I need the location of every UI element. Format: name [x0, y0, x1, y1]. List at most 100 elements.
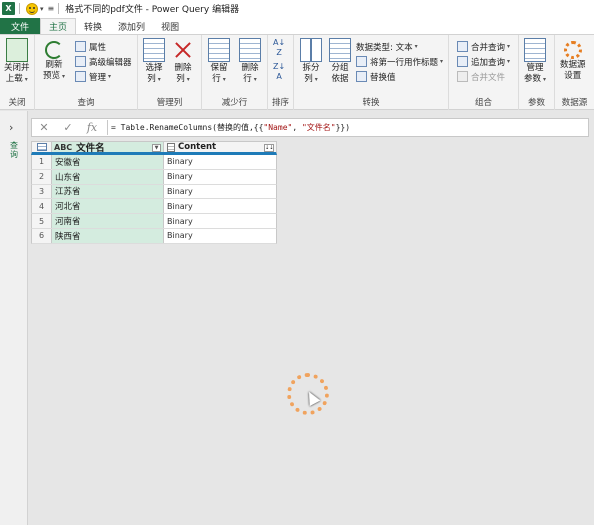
sort-ascending-button[interactable]: A↓ Z: [273, 38, 285, 57]
confirm-icon[interactable]: ✓: [56, 121, 80, 134]
cell-filename[interactable]: 陕西省: [52, 228, 164, 243]
sort-ascending-icon: A↓ Z: [273, 37, 286, 57]
group-label: 组合: [474, 98, 492, 108]
column-header-content[interactable]: Content ⇣⇣: [164, 142, 276, 152]
group-parameters: 管理 参数 ▾ 参数: [519, 35, 555, 110]
gear-icon: [563, 41, 582, 59]
binary-type-icon[interactable]: [167, 142, 175, 152]
chevron-down-icon: ▾: [543, 76, 547, 83]
keep-rows-button[interactable]: 保留 行 ▾: [208, 38, 230, 85]
cell-filename[interactable]: 山东省: [52, 169, 164, 184]
divider: [58, 3, 60, 14]
split-column-button[interactable]: 拆分 列 ▾: [300, 38, 322, 85]
replace-values-icon: [356, 71, 367, 82]
cell-filename[interactable]: 江苏省: [52, 184, 164, 199]
choose-columns-button[interactable]: 选择 列 ▾: [143, 38, 165, 85]
table-row[interactable]: 4 河北省 Binary: [31, 199, 277, 215]
remove-rows-icon: [239, 38, 261, 62]
remove-columns-icon: [172, 38, 194, 62]
ribbon: 关闭并 上载 ▾ 关闭 刷新 预览 ▾ 属性 高级编辑器 管理 ▾ 查询 选择 列 ▾ …: [0, 34, 594, 110]
group-label: 减少行: [221, 98, 248, 108]
group-label: 关闭: [8, 98, 26, 108]
expand-pane-icon[interactable]: ›: [9, 121, 13, 134]
filter-dropdown-icon[interactable]: ▼: [152, 144, 161, 152]
data-type-dropdown[interactable]: 数据类型: 文本 ▾: [356, 40, 418, 53]
sort-descending-icon: Z↓ A: [273, 61, 286, 81]
group-manage-columns: 选择 列 ▾ 删除 列 ▾ 管理列: [138, 35, 202, 110]
cell-filename[interactable]: 河南省: [52, 214, 164, 228]
smiley-icon[interactable]: [26, 2, 38, 15]
tab-home[interactable]: 主页: [40, 18, 77, 34]
table-row[interactable]: 2 山东省 Binary: [31, 169, 277, 185]
choose-columns-icon: [143, 38, 165, 62]
divider: [107, 120, 108, 135]
chevron-down-icon: ▾: [62, 73, 66, 80]
group-by-button[interactable]: 分组 依据: [329, 38, 351, 85]
formula-input[interactable]: = Table.RenameColumns(替换的值,{{"Name", "文件…: [111, 122, 350, 133]
split-column-icon: [300, 38, 322, 62]
cell-content[interactable]: Binary: [164, 214, 276, 228]
cell-content[interactable]: Binary: [164, 199, 276, 213]
group-transform: 拆分 列 ▾ 分组 依据 数据类型: 文本 ▾ 将第一行用作标题 ▾ 替换值 转换: [294, 35, 449, 110]
table-row[interactable]: 1 安徽省 Binary: [31, 155, 277, 170]
manage-button[interactable]: 管理 ▾: [75, 70, 111, 83]
formula-bar: ✕ ✓ fx = Table.RenameColumns(替换的值,{{"Nam…: [31, 118, 589, 137]
fx-icon[interactable]: fx: [80, 121, 104, 134]
row-number: 3: [32, 184, 52, 199]
cell-content[interactable]: Binary: [164, 170, 276, 184]
cell-content[interactable]: Binary: [164, 229, 276, 243]
replace-values-button[interactable]: 替换值: [356, 70, 396, 83]
chevron-down-icon: ▾: [157, 76, 161, 83]
merge-queries-button[interactable]: 合并查询 ▾: [457, 40, 510, 53]
chevron-down-icon: ▾: [314, 76, 318, 83]
excel-logo-icon: X: [2, 2, 15, 15]
cell-filename[interactable]: 安徽省: [52, 155, 164, 169]
data-grid: ABC 文件名 ▼ Content ⇣⇣ 1 安徽省 Binary 2 山东省 Bina…: [31, 141, 277, 244]
cell-content[interactable]: Binary: [164, 185, 276, 199]
advanced-editor-button[interactable]: 高级编辑器: [75, 55, 132, 68]
chevron-down-icon: ▾: [507, 58, 511, 65]
window-title: 格式不同的pdf文件 - Power Query 编辑器: [65, 5, 240, 15]
chevron-down-icon[interactable]: ▾: [40, 5, 44, 13]
tab-view[interactable]: 视图: [153, 18, 187, 34]
close-and-load-button[interactable]: 关闭并 上载 ▾: [4, 38, 30, 85]
expand-content-icon[interactable]: ⇣⇣: [264, 144, 274, 152]
chevron-down-icon: ▾: [253, 76, 257, 83]
row-number: 5: [32, 214, 52, 228]
manage-parameters-button[interactable]: 管理 参数 ▾: [524, 38, 546, 85]
append-queries-button[interactable]: 追加查询 ▾: [457, 55, 510, 68]
refresh-preview-button[interactable]: 刷新 预览 ▾: [43, 38, 65, 82]
remove-columns-button[interactable]: 删除 列 ▾: [172, 38, 194, 85]
remove-rows-button[interactable]: 删除 行 ▾: [239, 38, 261, 85]
data-source-settings-button[interactable]: 数据源 设置: [560, 38, 586, 82]
cancel-icon[interactable]: ✕: [32, 121, 56, 134]
cell-filename[interactable]: 河北省: [52, 199, 164, 214]
column-header-filename[interactable]: ABC 文件名 ▼: [52, 142, 164, 154]
tab-file[interactable]: 文件: [0, 18, 41, 34]
group-by-icon: [329, 38, 351, 62]
table-row[interactable]: 3 江苏省 Binary: [31, 184, 277, 200]
advanced-editor-icon: [75, 56, 86, 67]
customize-toolbar-icon[interactable]: ≡: [48, 4, 55, 13]
text-type-icon[interactable]: ABC: [54, 143, 72, 152]
row-number: 6: [32, 228, 52, 243]
tab-add-column[interactable]: 添加列: [110, 18, 153, 34]
table-row[interactable]: 6 陕西省 Binary: [31, 228, 277, 244]
sort-descending-button[interactable]: Z↓ A: [273, 62, 285, 81]
combine-files-button[interactable]: 合并文件: [457, 70, 505, 83]
group-data-source: 数据源 设置 数据源: [555, 35, 594, 110]
title-bar: X ▾ ≡ 格式不同的pdf文件 - Power Query 编辑器: [0, 0, 594, 17]
queries-pane-label[interactable]: 查询: [10, 141, 19, 159]
table-row[interactable]: 5 河南省 Binary: [31, 214, 277, 229]
keep-rows-icon: [208, 38, 230, 62]
cell-content[interactable]: Binary: [164, 155, 276, 169]
table-menu-button[interactable]: [32, 142, 52, 152]
group-combine: 合并查询 ▾ 追加查询 ▾ 合并文件 组合: [449, 35, 519, 110]
chevron-down-icon: ▾: [440, 58, 444, 65]
chevron-down-icon: ▾: [186, 76, 190, 83]
use-first-row-headers-button[interactable]: 将第一行用作标题 ▾: [356, 55, 443, 68]
group-close: 关闭并 上载 ▾ 关闭: [0, 35, 35, 110]
tab-transform[interactable]: 转换: [76, 18, 110, 34]
properties-button[interactable]: 属性: [75, 40, 106, 53]
chevron-down-icon: ▾: [24, 76, 28, 83]
